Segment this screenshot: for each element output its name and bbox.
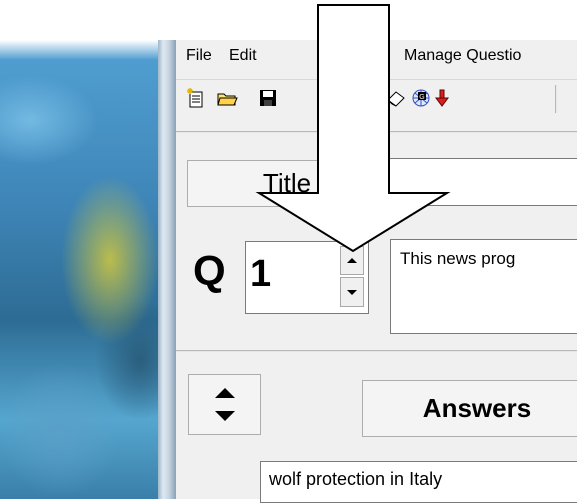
answers-button[interactable]: Answers [362, 380, 577, 437]
network-icon[interactable]: G [410, 87, 430, 109]
desktop-background [0, 0, 163, 499]
spin-up-icon [347, 258, 357, 263]
spin-down-icon [347, 290, 357, 295]
question-number-value[interactable]: 1 [250, 252, 271, 296]
window-border [158, 40, 176, 499]
question-prefix-label: Q [193, 247, 226, 294]
toolbar-separator [555, 85, 557, 113]
menu-divider [176, 79, 577, 80]
move-down-icon [215, 411, 235, 421]
title-field[interactable] [389, 158, 577, 206]
reorder-answers-button[interactable] [188, 374, 261, 435]
toolbar-divider [176, 131, 577, 133]
title-button[interactable]: Title [187, 160, 387, 207]
section-divider [176, 350, 577, 352]
move-up-icon [215, 388, 235, 398]
menu-file[interactable]: File [186, 45, 212, 67]
spinner-down-button[interactable] [340, 277, 364, 307]
menu-edit[interactable]: Edit [229, 45, 257, 67]
answer-field[interactable]: wolf protection in Italy [260, 461, 577, 503]
open-folder-icon[interactable] [216, 87, 238, 109]
menu-manage-questions[interactable]: Manage Questio [404, 45, 521, 67]
question-text-field[interactable]: This news prog [390, 239, 577, 334]
new-file-icon[interactable] [186, 87, 206, 109]
svg-text:G: G [419, 94, 424, 101]
eraser-icon[interactable] [386, 87, 406, 109]
down-arrow-icon[interactable] [432, 87, 452, 109]
save-disk-icon[interactable] [258, 87, 278, 109]
spinner-up-button[interactable] [340, 246, 364, 275]
